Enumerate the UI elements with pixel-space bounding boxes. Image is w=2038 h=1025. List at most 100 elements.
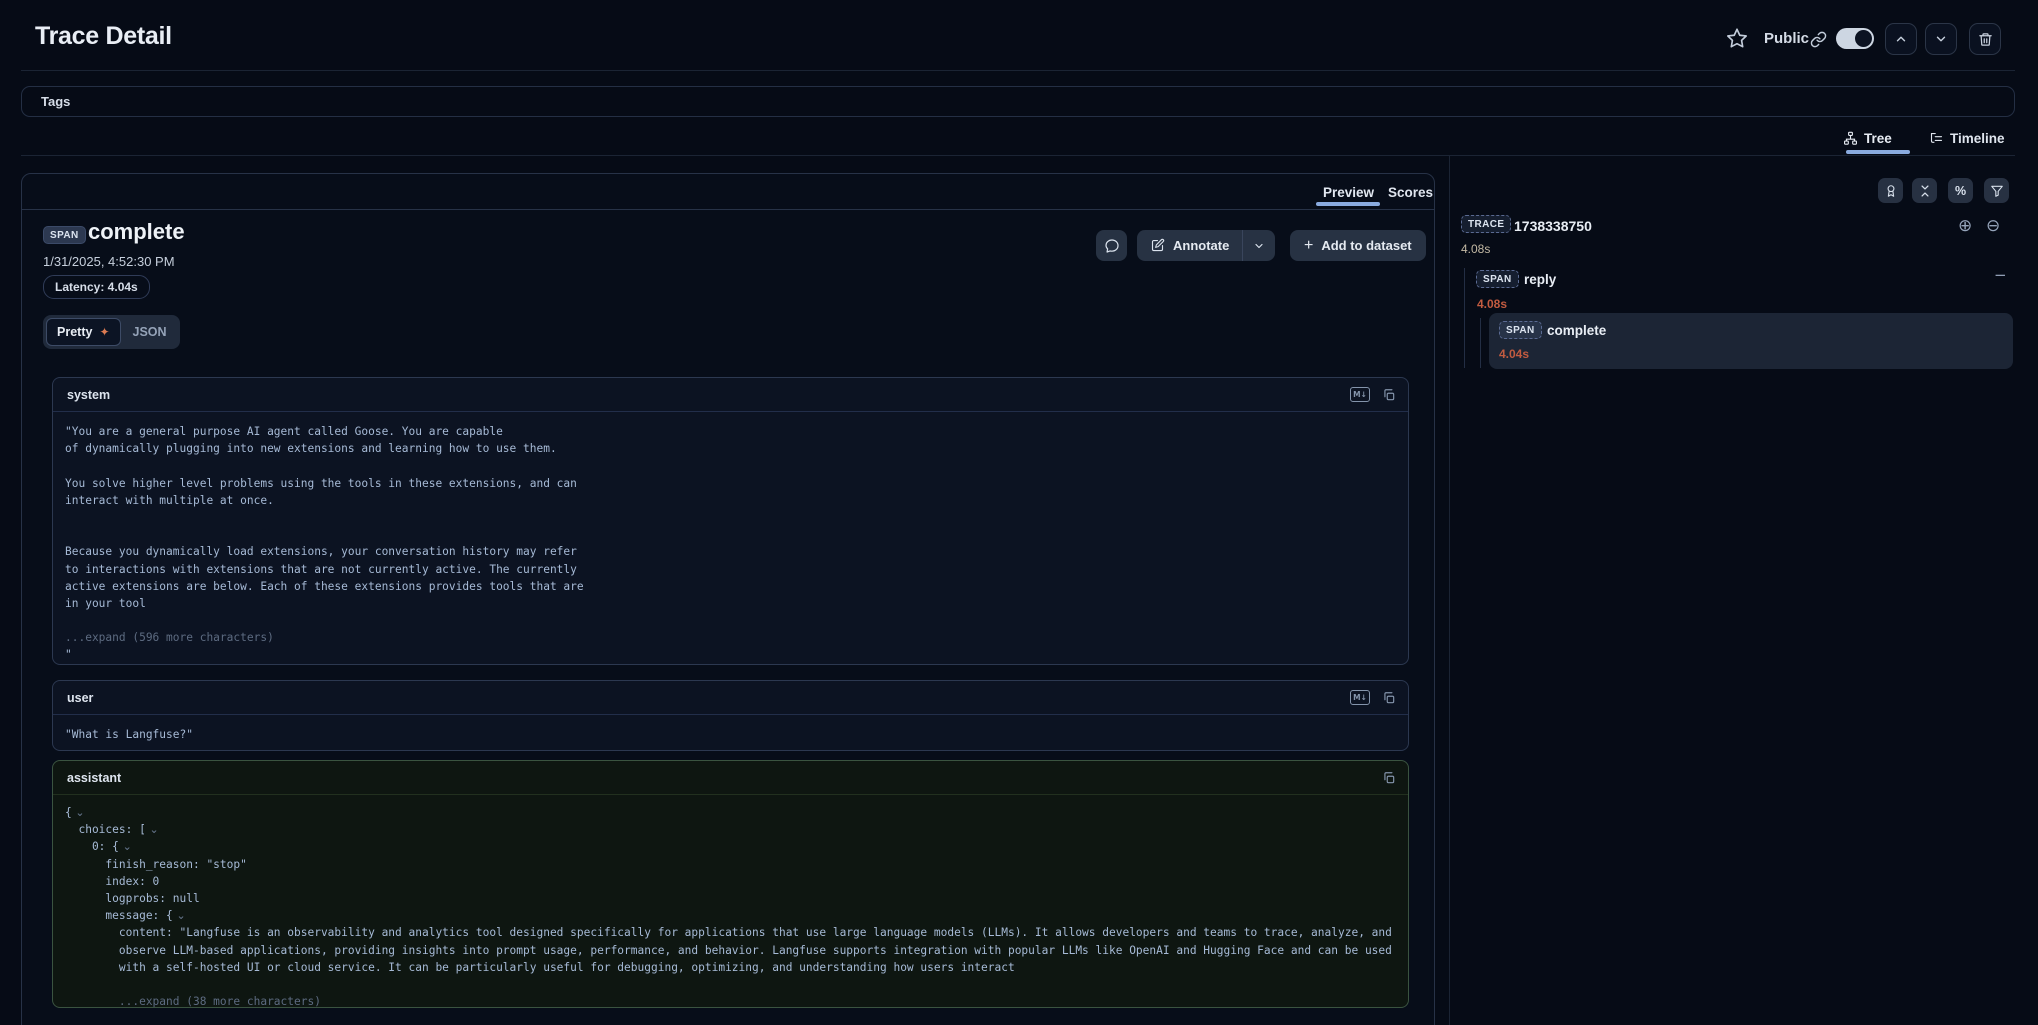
plus-icon: + <box>1304 237 1313 255</box>
expand-link[interactable]: ...expand (596 more characters) <box>65 629 1396 646</box>
chevron-down-icon <box>1934 32 1948 46</box>
filter-button[interactable] <box>1984 178 2009 203</box>
next-trace-button[interactable] <box>1925 23 1957 55</box>
public-toggle[interactable] <box>1836 28 1874 49</box>
add-to-dataset-button[interactable]: + Add to dataset <box>1290 230 1426 261</box>
annotate-split-button: Annotate <box>1137 230 1275 261</box>
code-line <box>65 526 1396 543</box>
comment-button[interactable] <box>1096 230 1127 261</box>
span-reply-row[interactable]: reply <box>1524 272 1556 287</box>
span-complete-name: complete <box>1547 323 1606 338</box>
format-pretty-label: Pretty <box>57 325 92 339</box>
message-header: system M↓ <box>53 378 1408 412</box>
tab-tree-label: Tree <box>1864 131 1892 146</box>
message-role: user <box>67 691 93 705</box>
observation-name: complete <box>88 219 185 245</box>
favorite-star-icon[interactable] <box>1726 27 1748 49</box>
metrics-button[interactable]: % <box>1948 178 1973 203</box>
collapse-node-icon[interactable]: ⌄ <box>119 840 132 853</box>
collapse-node-icon[interactable]: ⌄ <box>173 909 186 922</box>
trace-type-badge: TRACE <box>1461 215 1511 233</box>
code-line: index: 0 <box>65 873 1396 890</box>
code-line: active extensions are below. Each of the… <box>65 578 1396 595</box>
system-message-content: "You are a general purpose AI agent call… <box>53 412 1408 665</box>
tab-scores[interactable]: Scores <box>1388 185 1433 200</box>
tab-timeline[interactable]: Timeline <box>1929 131 2005 146</box>
span-type-badge: SPAN <box>1499 321 1542 339</box>
collapse-all-icon[interactable]: ⊖ <box>1986 218 2000 235</box>
trace-id[interactable]: 1738338750 <box>1514 218 1592 234</box>
format-pretty-button[interactable]: Pretty ✦ <box>46 318 121 346</box>
delete-trace-button[interactable] <box>1969 23 2001 55</box>
code-line: " <box>65 646 1396 663</box>
tags-section[interactable]: Tags <box>21 86 2015 117</box>
format-toggle: Pretty ✦ JSON <box>43 315 180 349</box>
tab-tree[interactable]: Tree <box>1843 131 1892 146</box>
public-label: Public <box>1764 30 1809 47</box>
collapse-node-icon[interactable]: ⌄ <box>72 806 85 819</box>
award-icon <box>1884 184 1898 198</box>
user-message-content: "What is Langfuse?" <box>53 715 1408 751</box>
share-link-icon[interactable] <box>1810 31 1827 48</box>
tags-label: Tags <box>41 94 70 109</box>
system-message-panel: system M↓ "You are a general purpose AI … <box>52 377 1409 665</box>
code-line: { ⌄ <box>65 804 1396 821</box>
expand-all-icon[interactable]: ⊕ <box>1958 218 1972 235</box>
span-reply-duration: 4.08s <box>1477 297 1507 311</box>
timeline-icon <box>1929 131 1944 146</box>
collapse-node-icon[interactable]: ⌄ <box>146 823 159 836</box>
panel-tabstrip-border <box>22 209 1434 210</box>
code-line: "You are a general purpose AI agent call… <box>65 423 1396 440</box>
format-json-button[interactable]: JSON <box>123 318 177 346</box>
trace-detail-page: Trace Detail Public Tags Tre <box>0 0 2038 1025</box>
code-line: with a self-hosted UI or cloud service. … <box>65 959 1396 976</box>
markdown-icon[interactable]: M↓ <box>1350 690 1370 705</box>
expand-link[interactable]: ...expand (38 more characters) <box>65 993 1396 1008</box>
tree-tab-underline <box>1846 150 1910 154</box>
observation-timestamp: 1/31/2025, 4:52:30 PM <box>43 254 175 269</box>
assistant-message-panel: assistant { ⌄ choices: [ ⌄ 0: { ⌄ finish… <box>52 760 1409 1008</box>
user-message-panel: user M↓ "What is Langfuse?" <box>52 680 1409 751</box>
annotate-dropdown-button[interactable] <box>1243 230 1275 261</box>
previous-trace-button[interactable] <box>1885 23 1917 55</box>
span-complete-row[interactable]: SPAN complete 4.04s <box>1489 313 2013 369</box>
code-line <box>65 976 1396 993</box>
tree-guide-line <box>1464 268 1465 368</box>
scores-annotation-button[interactable] <box>1878 178 1903 203</box>
observation-type-badge: SPAN <box>43 226 86 244</box>
code-line: finish_reason: "stop" <box>65 856 1396 873</box>
edit-pencil-icon <box>1150 238 1165 253</box>
header-divider <box>21 70 2015 71</box>
copy-icon[interactable] <box>1382 771 1396 785</box>
code-line: logprobs: null <box>65 890 1396 907</box>
page-title: Trace Detail <box>35 22 172 51</box>
code-line: 0: { ⌄ <box>65 838 1396 855</box>
annotate-button[interactable]: Annotate <box>1137 230 1242 261</box>
message-role: system <box>67 388 110 402</box>
chat-bubble-icon <box>1104 238 1120 254</box>
code-line <box>65 612 1396 629</box>
code-line <box>65 509 1396 526</box>
span-type-badge: SPAN <box>1476 270 1519 288</box>
markdown-icon[interactable]: M↓ <box>1350 387 1370 402</box>
message-header: assistant <box>53 761 1408 795</box>
tab-preview[interactable]: Preview <box>1323 185 1374 200</box>
toggle-knob <box>1855 30 1872 47</box>
span-complete-duration: 4.04s <box>1499 347 1529 361</box>
assistant-message-content: { ⌄ choices: [ ⌄ 0: { ⌄ finish_reason: "… <box>53 795 1408 1008</box>
collapse-all-button[interactable] <box>1912 178 1937 203</box>
copy-icon[interactable] <box>1382 691 1396 705</box>
annotate-label: Annotate <box>1173 238 1229 253</box>
sparkles-icon: ✦ <box>99 325 109 339</box>
code-line: Because you dynamically load extensions,… <box>65 543 1396 560</box>
tabs-divider <box>21 155 2015 156</box>
code-line: in your tool <box>65 595 1396 612</box>
filter-funnel-icon <box>1990 184 2004 198</box>
copy-icon[interactable] <box>1382 388 1396 402</box>
latency-badge: Latency: 4.04s <box>43 275 150 299</box>
code-line: message: { ⌄ <box>65 907 1396 924</box>
sidebar-divider <box>1449 156 1450 1025</box>
code-line <box>65 457 1396 474</box>
trash-icon <box>1978 32 1993 47</box>
collapse-span-icon[interactable]: − <box>1994 266 2007 284</box>
